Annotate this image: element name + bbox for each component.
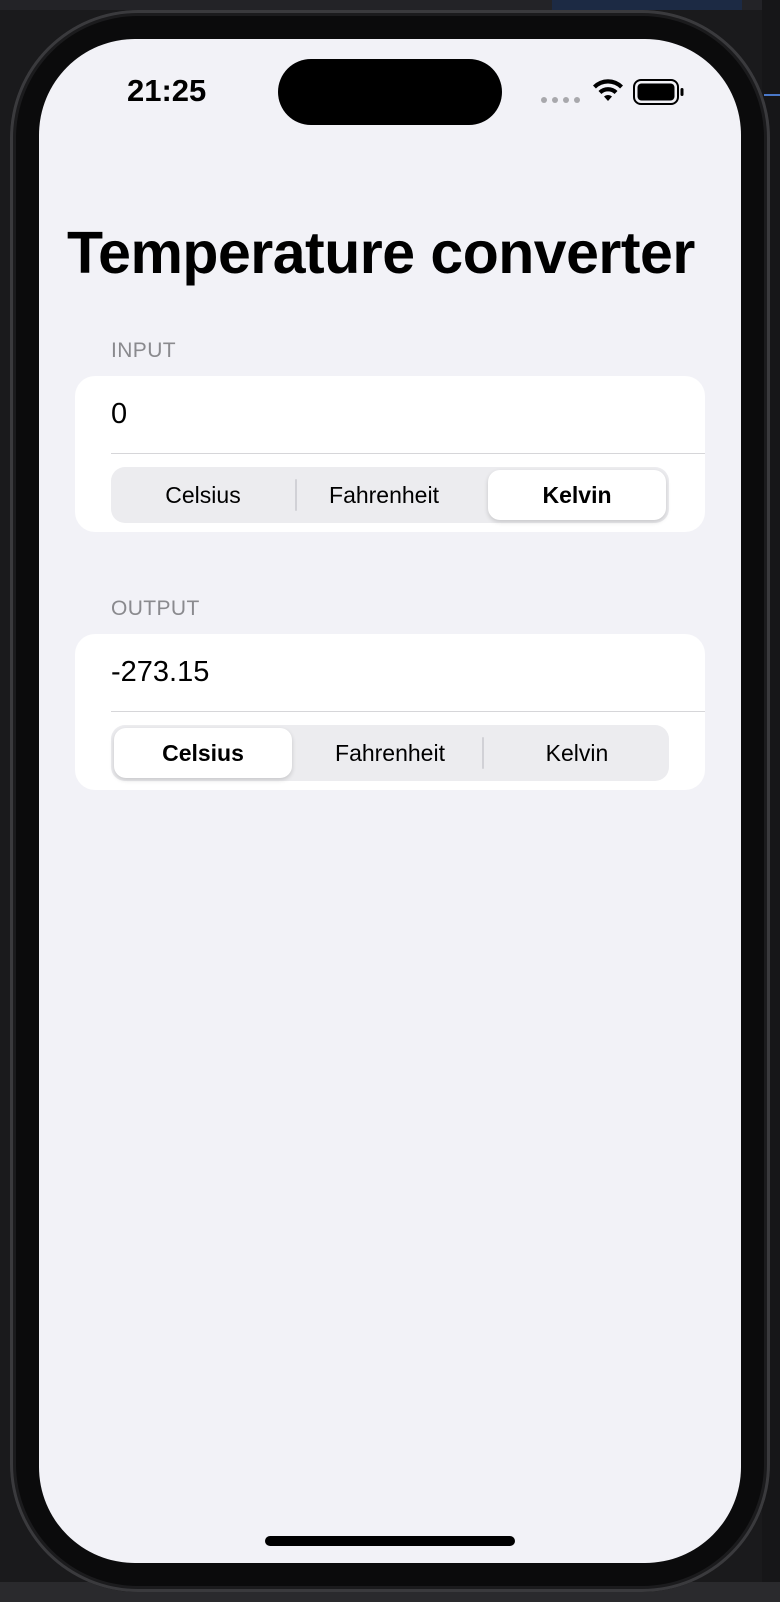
home-indicator[interactable] (265, 1536, 515, 1546)
input-unit-picker[interactable]: Celsius Fahrenheit Kelvin (111, 467, 669, 523)
screen-title: Temperature converter (67, 220, 695, 286)
editor-link-underline (764, 80, 780, 96)
input-unit-kelvin[interactable]: Kelvin (488, 470, 666, 520)
output-section-header: OUTPUT (111, 597, 200, 620)
output-unit-picker[interactable]: Celsius Fahrenheit Kelvin (111, 725, 669, 781)
dynamic-island (278, 59, 502, 125)
signal-dots-icon (541, 97, 580, 103)
output-segment-separator (482, 737, 484, 769)
output-value: -273.15 (111, 656, 210, 688)
input-unit-fahrenheit[interactable]: Fahrenheit (295, 470, 473, 520)
editor-tab-highlight (552, 0, 742, 10)
input-value-field[interactable]: 0 (111, 398, 127, 431)
input-section-header: INPUT (111, 339, 176, 362)
input-unit-celsius[interactable]: Celsius (114, 470, 292, 520)
output-divider (111, 711, 705, 712)
status-time: 21:25 (127, 73, 207, 108)
simulator-screen: 21:25 Temperature converter INPUT 0 Cels… (39, 39, 741, 1563)
input-divider (111, 453, 705, 454)
input-card: 0 Celsius Fahrenheit Kelvin (75, 376, 705, 532)
output-unit-celsius[interactable]: Celsius (114, 728, 292, 778)
battery-icon (633, 79, 684, 105)
output-unit-fahrenheit[interactable]: Fahrenheit (301, 728, 479, 778)
output-card: -273.15 Celsius Fahrenheit Kelvin (75, 634, 705, 790)
wifi-icon (593, 79, 623, 101)
output-unit-kelvin[interactable]: Kelvin (488, 728, 666, 778)
